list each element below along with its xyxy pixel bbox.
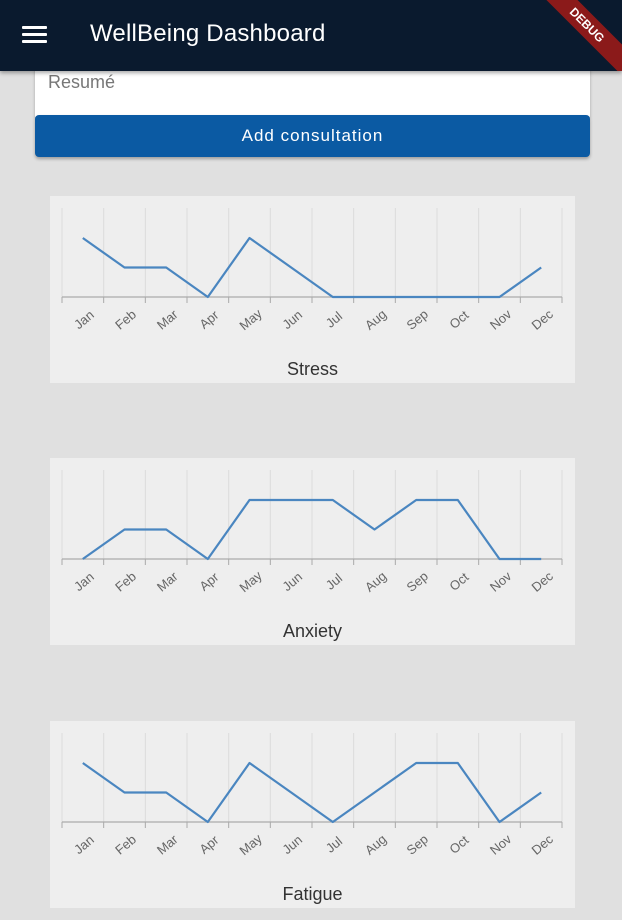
x-tick-label: Nov	[487, 568, 515, 595]
x-tick-label: Aug	[362, 831, 389, 857]
app-title: WellBeing Dashboard	[90, 20, 326, 47]
debug-banner: DEBUG	[526, 0, 622, 71]
x-tick-label: Jul	[323, 308, 345, 330]
stress-chart-plot: Jan Feb Mar Apr May Jun Jul Aug Sep Oct Nov Dec	[61, 208, 563, 334]
x-tick-label: Feb	[112, 569, 139, 595]
app-bar: WellBeing Dashboard DEBUG	[0, 0, 622, 71]
x-tick-label: Jan	[71, 307, 97, 332]
x-tick-label: Dec	[529, 568, 557, 595]
stress-chart: Jan Feb Mar Apr May Jun Jul Aug Sep Oct Nov Dec Str…	[50, 196, 575, 383]
x-tick-label: Apr	[196, 569, 222, 594]
x-tick-label: Aug	[362, 568, 389, 594]
x-tick-label: Jul	[323, 833, 345, 855]
x-tick-label: Feb	[112, 832, 139, 858]
stress-chart-title: Stress	[286, 359, 338, 379]
fatigue-chart-plot: Jan Feb Mar Apr May Jun Jul Aug Sep Oct Nov Dec	[61, 733, 563, 859]
x-tick-label: Mar	[154, 568, 181, 594]
x-tick-label: Mar	[154, 306, 181, 332]
fatigue-chart-title: Fatigue	[282, 884, 343, 904]
x-tick-label: Dec	[529, 306, 557, 333]
x-tick-label: Jun	[279, 832, 305, 857]
x-tick-label: Oct	[446, 569, 471, 594]
x-tick-label: Nov	[487, 306, 515, 333]
x-tick-label: Aug	[362, 306, 389, 332]
x-tick-label: Dec	[529, 831, 557, 858]
x-tick-label: Oct	[446, 307, 471, 332]
fatigue-chart: Jan Feb Mar Apr May Jun Jul Aug Sep Oct Nov Dec Fat…	[50, 721, 575, 908]
x-tick-label: Jun	[279, 569, 305, 594]
x-tick-label: Sep	[404, 568, 431, 594]
anxiety-chart: Jan Feb Mar Apr May Jun Jul Aug Sep Oct Nov Dec Anx…	[50, 458, 575, 645]
x-tick-label: Oct	[446, 832, 471, 857]
x-tick-label: Nov	[487, 831, 515, 858]
x-tick-label: May	[236, 306, 265, 334]
x-tick-label: Sep	[404, 831, 431, 857]
menu-icon[interactable]	[22, 26, 47, 44]
x-tick-label: Mar	[154, 831, 181, 857]
x-tick-label: Jan	[71, 832, 97, 857]
resume-input[interactable]	[48, 72, 568, 93]
x-tick-label: Jan	[71, 569, 97, 594]
x-tick-label: Feb	[112, 307, 139, 333]
add-consultation-button[interactable]: Add consultation	[35, 115, 590, 157]
anxiety-chart-title: Anxiety	[282, 621, 343, 641]
x-tick-label: Sep	[404, 306, 431, 332]
x-tick-label: May	[236, 568, 265, 596]
x-tick-label: May	[236, 831, 265, 859]
x-tick-label: Apr	[196, 832, 222, 857]
x-tick-label: Jun	[279, 307, 305, 332]
x-tick-label: Apr	[196, 307, 222, 332]
x-tick-label: Jul	[323, 570, 345, 592]
anxiety-chart-plot: Jan Feb Mar Apr May Jun Jul Aug Sep Oct Nov Dec	[61, 470, 563, 596]
